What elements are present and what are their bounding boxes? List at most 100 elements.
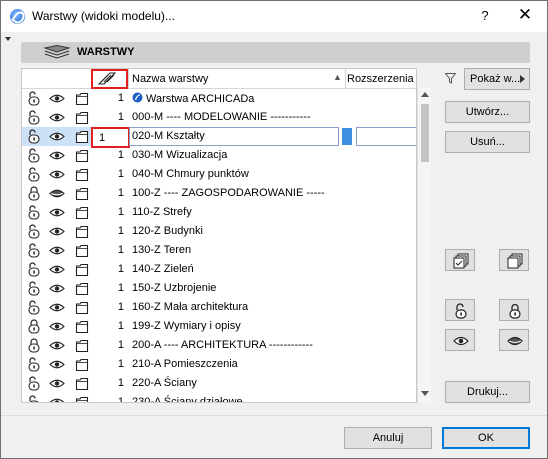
show-all-button[interactable] [445, 329, 475, 351]
table-row[interactable]: 1 100-Z ---- ZAGOSPODAROWANIE ----- [22, 184, 416, 203]
lock-icon[interactable] [27, 338, 41, 353]
layer-name[interactable]: 200-A ---- ARCHITEKTURA ------------ [132, 339, 313, 351]
wireframe-sheet-icon[interactable] [75, 110, 89, 125]
hide-all-button[interactable] [499, 329, 529, 351]
visibility-eye-icon[interactable] [49, 150, 65, 161]
wireframe-sheet-icon[interactable] [75, 91, 89, 106]
unlock-icon[interactable] [27, 243, 41, 258]
table-scrollbar[interactable] [417, 88, 431, 403]
wireframe-sheet-icon[interactable] [75, 281, 89, 296]
visibility-eye-icon[interactable] [49, 302, 65, 313]
visibility-eye-icon[interactable] [49, 245, 65, 256]
wireframe-sheet-icon[interactable] [75, 395, 89, 402]
layer-name-field[interactable]: 020-M Kształty [129, 127, 339, 146]
wireframe-sheet-icon[interactable] [75, 129, 89, 144]
visibility-eye-icon[interactable] [49, 188, 65, 199]
wireframe-sheet-icon[interactable] [75, 186, 89, 201]
cancel-button[interactable]: Anuluj [344, 427, 432, 449]
table-row[interactable]: 1 000-M ---- MODELOWANIE ----------- [22, 108, 416, 127]
wireframe-sheet-icon[interactable] [75, 224, 89, 239]
intersection-group-number[interactable]: 1 [94, 111, 128, 123]
wireframe-sheet-icon[interactable] [75, 376, 89, 391]
table-row[interactable]: 1 120-Z Budynki [22, 222, 416, 241]
column-header-extensions[interactable]: Rozszerzenia [347, 73, 414, 85]
ok-button[interactable]: OK [442, 427, 530, 449]
intersection-group-number[interactable]: 1 [94, 377, 128, 389]
table-row[interactable]: 1 160-Z Mała architektura [22, 298, 416, 317]
visibility-eye-icon[interactable] [49, 93, 65, 104]
layer-name[interactable]: 040-M Chmury punktów [132, 168, 249, 180]
layer-name[interactable]: 120-Z Budynki [132, 225, 203, 237]
layer-name[interactable]: 130-Z Teren [132, 244, 191, 256]
visibility-eye-icon[interactable] [49, 378, 65, 389]
unlock-icon[interactable] [27, 129, 41, 144]
wireframe-sheet-icon[interactable] [75, 205, 89, 220]
unlock-icon[interactable] [27, 357, 41, 372]
unlock-icon[interactable] [27, 205, 41, 220]
unlock-icon[interactable] [27, 110, 41, 125]
collapse-triangle-icon[interactable] [5, 37, 11, 41]
unlock-icon[interactable] [27, 281, 41, 296]
wireframe-sheet-icon[interactable] [75, 262, 89, 277]
visibility-eye-icon[interactable] [49, 321, 65, 332]
unlock-icon[interactable] [27, 148, 41, 163]
unlock-icon[interactable] [27, 300, 41, 315]
visibility-eye-icon[interactable] [49, 131, 65, 142]
layer-name[interactable]: 210-A Pomieszczenia [132, 358, 238, 370]
intersection-group-number[interactable]: 1 [94, 263, 128, 275]
intersection-group-number[interactable]: 1 [94, 396, 128, 402]
lock-icon[interactable] [27, 319, 41, 334]
unlock-icon[interactable] [27, 167, 41, 182]
unlock-all-button[interactable] [445, 299, 475, 321]
table-row[interactable]: 1 210-A Pomieszczenia [22, 355, 416, 374]
visibility-eye-icon[interactable] [49, 226, 65, 237]
visibility-eye-icon[interactable] [49, 264, 65, 275]
layer-name[interactable]: 000-M ---- MODELOWANIE ----------- [132, 111, 311, 123]
lock-all-button[interactable] [499, 299, 529, 321]
intersection-group-number[interactable]: 1 [94, 320, 128, 332]
layer-name[interactable]: 220-A Ściany [132, 377, 197, 389]
layer-name[interactable]: 150-Z Uzbrojenie [132, 282, 216, 294]
visibility-eye-icon[interactable] [49, 207, 65, 218]
table-row[interactable]: 1 110-Z Strefy [22, 203, 416, 222]
wireframe-sheet-icon[interactable] [75, 243, 89, 258]
intersection-group-number[interactable]: 1 [94, 92, 128, 104]
unlock-icon[interactable] [27, 224, 41, 239]
visibility-eye-icon[interactable] [49, 283, 65, 294]
help-button[interactable]: ? [471, 5, 499, 27]
intersection-group-field[interactable]: 1 [91, 127, 130, 148]
visibility-eye-icon[interactable] [49, 169, 65, 180]
layer-name[interactable]: 100-Z ---- ZAGOSPODAROWANIE ----- [132, 187, 325, 199]
wireframe-sheet-icon[interactable] [75, 167, 89, 182]
print-button[interactable]: Drukuj... [445, 381, 530, 403]
visibility-eye-icon[interactable] [49, 397, 65, 402]
table-row[interactable]: 1 020-M Kształty [22, 127, 416, 148]
table-row[interactable]: 1 040-M Chmury punktów [22, 165, 416, 184]
table-row[interactable]: 1 030-M Wizualizacja [22, 146, 416, 165]
layers-section-header[interactable]: WARSTWY [21, 42, 530, 63]
close-button[interactable]: ✕ [508, 5, 542, 27]
intersection-group-number[interactable]: 1 [94, 301, 128, 313]
create-layer-button[interactable]: Utwórz... [445, 101, 530, 123]
layer-name[interactable]: 160-Z Mała architektura [132, 301, 248, 313]
column-header-layer-name[interactable]: Nazwa warstwy [132, 73, 208, 85]
table-row[interactable]: 1 Warstwa ARCHICADa [22, 89, 416, 108]
intersection-group-number[interactable]: 1 [94, 244, 128, 256]
intersection-group-icon[interactable] [97, 72, 117, 88]
layer-name[interactable]: 110-Z Strefy [132, 206, 192, 218]
table-row[interactable]: 1 130-Z Teren [22, 241, 416, 260]
wireframe-sheet-icon[interactable] [75, 357, 89, 372]
extension-field[interactable] [356, 127, 416, 146]
copy-layer-settings-button[interactable] [445, 249, 475, 271]
lock-icon[interactable] [27, 186, 41, 201]
scroll-up-icon[interactable] [421, 92, 429, 97]
wireframe-sheet-icon[interactable] [75, 319, 89, 334]
wireframe-sheet-icon[interactable] [75, 148, 89, 163]
table-row[interactable]: 1 150-Z Uzbrojenie [22, 279, 416, 298]
layer-name[interactable]: 140-Z Zieleń [132, 263, 194, 275]
unlock-icon[interactable] [27, 395, 41, 402]
intersection-group-number[interactable]: 1 [94, 206, 128, 218]
extension-color-swatch[interactable] [342, 128, 352, 145]
layer-name[interactable]: 030-M Wizualizacja [132, 149, 227, 161]
scroll-thumb[interactable] [421, 104, 429, 162]
